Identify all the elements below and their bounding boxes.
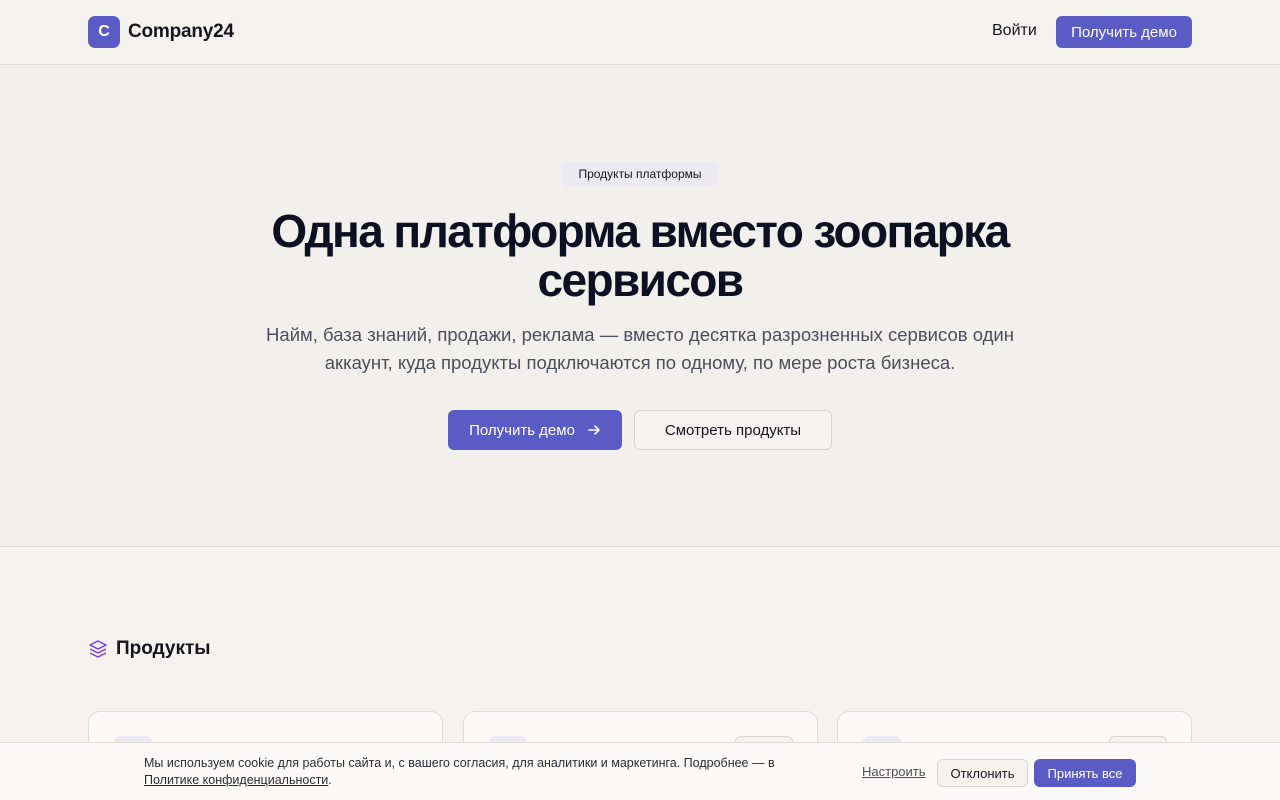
layers-icon — [89, 640, 107, 658]
hero-subtitle: Найм, база знаний, продажи, реклама — вм… — [266, 324, 1014, 373]
login-link[interactable]: Войти — [992, 22, 1037, 40]
cookie-period: . — [328, 773, 332, 787]
cookie-accept-button[interactable]: Принять все — [1034, 759, 1136, 787]
brand-name[interactable]: Company24 — [128, 21, 234, 43]
hero-get-demo-label: Получить демо — [469, 421, 575, 439]
view-products-button[interactable]: Смотреть продукты — [634, 410, 832, 450]
section-badge: Продукты платформы — [562, 162, 718, 186]
cookie-message: Мы используем cookie для работы сайта и,… — [144, 756, 775, 770]
cookie-decline-button[interactable]: Отклонить — [937, 759, 1028, 787]
hero-get-demo-button[interactable]: Получить демо — [448, 410, 622, 450]
cookie-configure-link[interactable]: Настроить — [862, 764, 926, 779]
cookie-banner: Мы используем cookie для работы сайта и,… — [0, 742, 1280, 800]
arrow-right-icon — [588, 425, 600, 435]
hero-section: Продукты платформы Одна платформа вместо… — [0, 65, 1280, 547]
cookie-text: Мы используем cookie для работы сайта и,… — [144, 755, 824, 789]
logo-mark[interactable]: C — [88, 16, 120, 48]
products-title: Продукты — [116, 638, 211, 659]
privacy-policy-link[interactable]: Политике конфиденциальности — [144, 773, 328, 787]
get-demo-button[interactable]: Получить демо — [1056, 16, 1192, 48]
site-header: C Company24 Войти Получить демо — [0, 0, 1280, 65]
hero-title: Одна платформа вместо зоопарка сервисов — [271, 205, 1010, 306]
products-header: Продукты — [88, 638, 211, 660]
